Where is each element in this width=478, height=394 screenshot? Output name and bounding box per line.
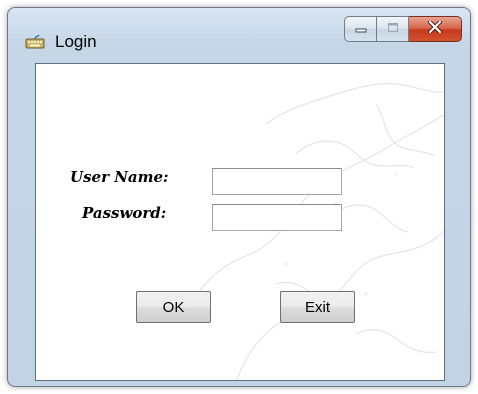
close-button[interactable] (409, 16, 462, 42)
caption-buttons (344, 16, 462, 42)
username-input[interactable] (212, 168, 342, 195)
window-title: Login (55, 32, 97, 51)
maximize-button[interactable] (377, 16, 409, 42)
title-bar[interactable]: Login (8, 8, 470, 63)
password-label: Password: (82, 204, 167, 222)
password-input[interactable] (212, 204, 342, 231)
minimize-button[interactable] (344, 16, 377, 42)
login-panel: User Name: Password: OK Exit (35, 63, 445, 381)
ok-button[interactable]: OK (136, 291, 211, 323)
login-window: Login User Name: Password: OK Exit (7, 7, 471, 387)
keyboard-icon (25, 34, 45, 50)
exit-button[interactable]: Exit (280, 291, 355, 323)
maximize-icon (387, 20, 399, 38)
close-icon (428, 20, 442, 38)
minimize-icon (355, 20, 367, 38)
username-label: User Name: (70, 168, 169, 186)
